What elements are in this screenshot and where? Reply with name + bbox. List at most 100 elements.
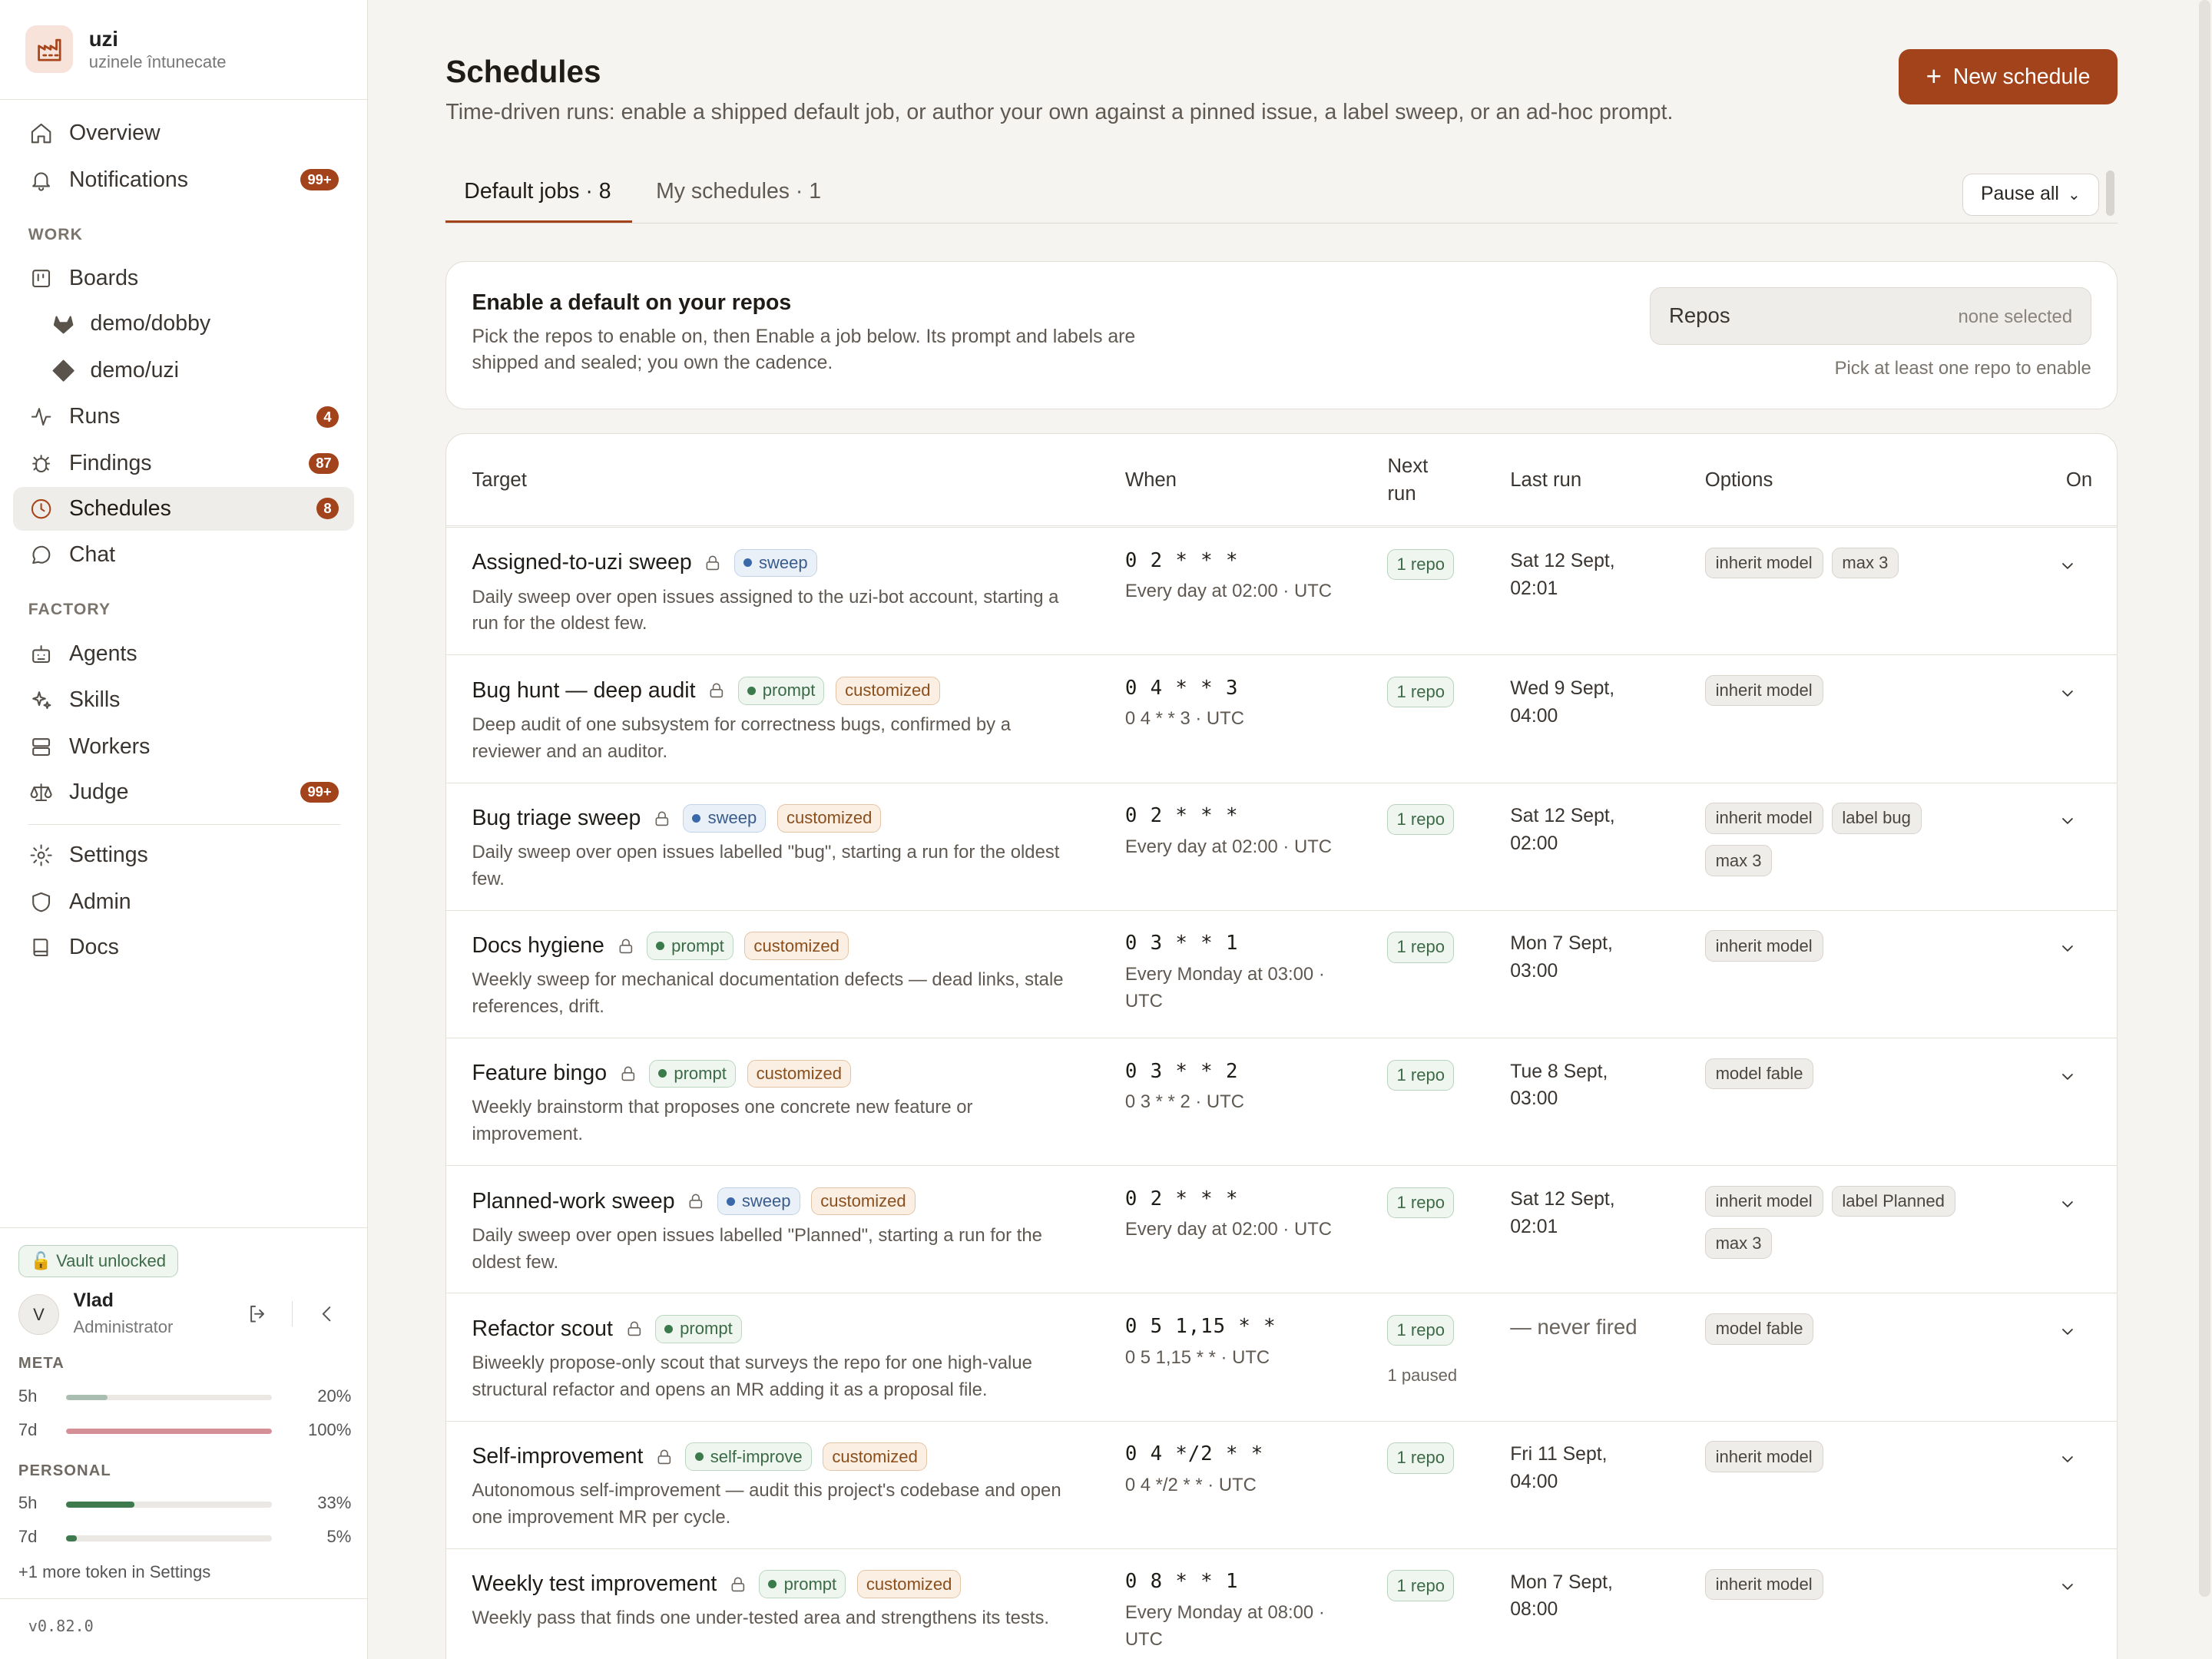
cron-expression: 0 2 * * *	[1124, 804, 1239, 828]
next-run-badge[interactable]: 1 repo	[1387, 1570, 1454, 1601]
nav-agents[interactable]: Agents	[13, 632, 354, 676]
nav-settings[interactable]: Settings	[13, 833, 354, 877]
quota-meta-label: META	[18, 1355, 65, 1373]
table-row[interactable]: Feature bingo prompt customized Weekly brai…	[446, 1037, 2117, 1165]
expand-row-button[interactable]	[2056, 938, 2078, 960]
scrollbar[interactable]	[2106, 171, 2115, 216]
expand-row-button[interactable]	[2056, 1320, 2078, 1343]
lock-icon	[652, 809, 672, 829]
next-run-badge[interactable]: 1 repo	[1387, 676, 1454, 708]
table-row[interactable]: Docs hygiene prompt customized Weekly sweep…	[446, 909, 2117, 1038]
schedule-title: Refactor scout prompt	[472, 1313, 742, 1344]
cron-expression: 0 8 * * 1	[1124, 1570, 1239, 1594]
next-run-badge[interactable]: 1 repo	[1387, 804, 1454, 836]
card-description: Pick the repos to enable on, then Enable…	[472, 326, 1136, 374]
quota-window: 7d	[18, 1419, 38, 1439]
table-row[interactable]: Planned-work sweep sweep customized Daily s…	[446, 1165, 2117, 1293]
nav-findings[interactable]: Findings 87	[13, 442, 354, 485]
kind-label: prompt	[783, 1574, 837, 1594]
expand-row-button[interactable]	[2056, 1449, 2078, 1471]
logout-icon	[250, 1306, 265, 1323]
next-run-badge[interactable]: 1 repo	[1387, 932, 1454, 963]
logout-button[interactable]	[244, 1300, 273, 1329]
customized-badge: customized	[777, 804, 882, 833]
next-run-badge[interactable]: 1 repo	[1387, 1314, 1454, 1346]
pause-all-button[interactable]: Pause all ⌄	[1962, 173, 2099, 216]
customized-badge: customized	[747, 1059, 852, 1088]
more-tokens-link[interactable]: +1 more token in Settings	[18, 1562, 210, 1582]
lock-icon	[624, 1319, 644, 1339]
nav-docs[interactable]: Docs	[13, 926, 354, 969]
schedule-description: Deep audit of one subsystem for correctn…	[472, 714, 1011, 762]
chevron-down-icon: ⌄	[2067, 186, 2081, 204]
user-card: V Vlad Administrator	[18, 1290, 351, 1338]
quota-window: 7d	[18, 1527, 38, 1547]
repos-select[interactable]: Repos none selected	[1650, 286, 2091, 346]
table-row[interactable]: Weekly test improvement prompt customized W…	[446, 1548, 2117, 1659]
option-chip: max 3	[1704, 1227, 1773, 1260]
next-run-badge[interactable]: 1 repo	[1387, 1187, 1454, 1219]
nav-board-dobby[interactable]: demo/dobby	[51, 302, 210, 346]
new-schedule-button[interactable]: + New schedule	[1899, 49, 2118, 104]
tab-my-schedules[interactable]: My schedules · 1	[656, 179, 821, 204]
nav-board-uzi[interactable]: demo/uzi	[51, 349, 179, 392]
nav-admin[interactable]: Admin	[13, 880, 354, 924]
schedule-description: Weekly brainstorm that proposes one conc…	[472, 1097, 973, 1145]
next-run-badge[interactable]: 1 repo	[1387, 1059, 1454, 1091]
last-run: Sat 12 Sept, 02:01	[1510, 1188, 1615, 1237]
last-run: Mon 7 Sept, 08:00	[1510, 1571, 1613, 1621]
expand-row-button[interactable]	[2056, 1193, 2078, 1215]
kind-badge: prompt	[759, 1570, 846, 1599]
table-row[interactable]: Self-improvement self-improve customized Au…	[446, 1420, 2117, 1548]
nav-workers[interactable]: Workers	[13, 725, 354, 769]
repos-hint: Pick at least one repo to enable	[1834, 357, 2091, 379]
schedule-description: Biweekly propose-only scout that surveys…	[472, 1352, 1032, 1400]
cron-description: 0 5 1,15 * * · UTC	[1124, 1346, 1270, 1368]
expand-row-button[interactable]	[2056, 1576, 2078, 1598]
git-icon	[51, 358, 76, 383]
page-scrollbar[interactable]	[2199, 0, 2211, 1598]
repos-label: Repos	[1668, 303, 1730, 328]
next-run-badge[interactable]: 1 repo	[1387, 1442, 1454, 1474]
section-label-work: WORK	[28, 225, 83, 243]
divider	[0, 1598, 367, 1599]
table-row[interactable]: Refactor scout prompt Biweekly propose-onl…	[446, 1293, 2117, 1420]
expand-row-button[interactable]	[2056, 555, 2078, 577]
divider	[28, 823, 340, 825]
nav-schedules[interactable]: Schedules 8	[12, 486, 354, 531]
expand-row-button[interactable]	[2056, 682, 2078, 704]
nav-skills[interactable]: Skills	[13, 678, 354, 722]
cron-description: Every day at 02:00 · UTC	[1124, 836, 1333, 857]
expand-row-button[interactable]	[2056, 1065, 2078, 1088]
nav-chat[interactable]: Chat	[13, 533, 354, 577]
tab-default-jobs[interactable]: Default jobs · 8	[464, 179, 611, 204]
workspace-subtitle: uzinele întunecate	[88, 52, 227, 72]
kind-badge: prompt	[654, 1314, 742, 1343]
last-run: — never fired	[1510, 1315, 1637, 1339]
next-run-badge[interactable]: 1 repo	[1387, 548, 1454, 581]
quota-bar-fill	[66, 1502, 134, 1508]
dot-icon	[768, 1580, 777, 1589]
nav-notifications[interactable]: Notifications 99+	[13, 158, 354, 202]
quota-percent: 5%	[326, 1527, 352, 1547]
options-list: inherit model max 3	[1704, 547, 1987, 579]
schedule-title: Weekly test improvement prompt customized	[472, 1569, 962, 1600]
workspace-switcher[interactable]: uzi uzinele întunecate	[25, 25, 227, 74]
table-row[interactable]: Bug triage sweep sweep customized Daily swe…	[446, 782, 2117, 910]
expand-row-button[interactable]	[2056, 810, 2078, 832]
nav-boards[interactable]: Boards	[13, 257, 354, 300]
chevron-down-icon	[2058, 1195, 2077, 1214]
lock-icon	[618, 1064, 638, 1084]
nav-judge[interactable]: Judge 99+	[13, 770, 354, 814]
quota-percent: 100%	[307, 1419, 352, 1439]
option-chip: model fable	[1704, 1058, 1814, 1090]
table-row[interactable]: Bug hunt — deep audit prompt customized Dee…	[446, 654, 2117, 782]
nav-overview[interactable]: Overview	[13, 111, 354, 155]
table-row[interactable]: Assigned-to-uzi sweep sweep Daily sweep ov…	[446, 527, 2117, 654]
nav-runs[interactable]: Runs 4	[13, 395, 354, 439]
options-list: inherit model label Planned max 3	[1704, 1185, 1987, 1260]
last-run: Sat 12 Sept, 02:01	[1510, 550, 1615, 599]
schedule-title: Feature bingo prompt customized	[472, 1058, 852, 1089]
collapse-sidebar-button[interactable]	[313, 1300, 342, 1329]
quota-bar	[66, 1502, 273, 1508]
